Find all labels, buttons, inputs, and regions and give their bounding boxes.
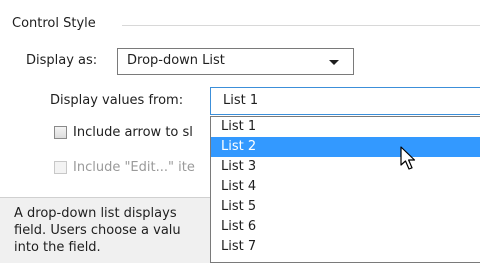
- dropdown-option-selected[interactable]: List 2: [211, 137, 480, 157]
- display-as-select[interactable]: Drop-down List: [117, 48, 354, 75]
- include-edit-checkbox[interactable]: [54, 161, 67, 174]
- mouse-cursor-icon: [400, 146, 416, 170]
- display-values-value: List 1: [223, 93, 259, 108]
- display-values-dropdown-list[interactable]: List 1 List 2 List 3 List 4 List 5 List …: [210, 116, 480, 263]
- description-line-3: into the field.: [14, 240, 101, 255]
- dropdown-option[interactable]: List 6: [211, 217, 480, 237]
- section-divider: [122, 25, 480, 26]
- include-edit-label: Include "Edit..." ite: [73, 160, 195, 175]
- dropdown-option[interactable]: List 1: [211, 117, 480, 137]
- dropdown-option[interactable]: List 7: [211, 237, 480, 257]
- display-values-label: Display values from:: [50, 93, 184, 108]
- description-line-1: A drop-down list displays: [14, 206, 177, 221]
- include-arrow-checkbox-row[interactable]: Include arrow to sl: [54, 125, 193, 140]
- chevron-down-icon[interactable]: [329, 60, 339, 65]
- display-as-label: Display as:: [26, 53, 98, 68]
- display-as-value: Drop-down List: [127, 53, 225, 68]
- description-line-2: field. Users choose a valu: [14, 223, 181, 238]
- include-arrow-label: Include arrow to sl: [73, 125, 193, 140]
- include-edit-checkbox-row[interactable]: Include "Edit..." ite: [54, 160, 195, 175]
- display-values-select[interactable]: List 1: [210, 87, 480, 115]
- dropdown-option[interactable]: List 3: [211, 157, 480, 177]
- dropdown-option[interactable]: List 4: [211, 177, 480, 197]
- section-title: Control Style: [12, 16, 96, 31]
- include-arrow-checkbox[interactable]: [54, 126, 67, 139]
- dropdown-option[interactable]: List 5: [211, 197, 480, 217]
